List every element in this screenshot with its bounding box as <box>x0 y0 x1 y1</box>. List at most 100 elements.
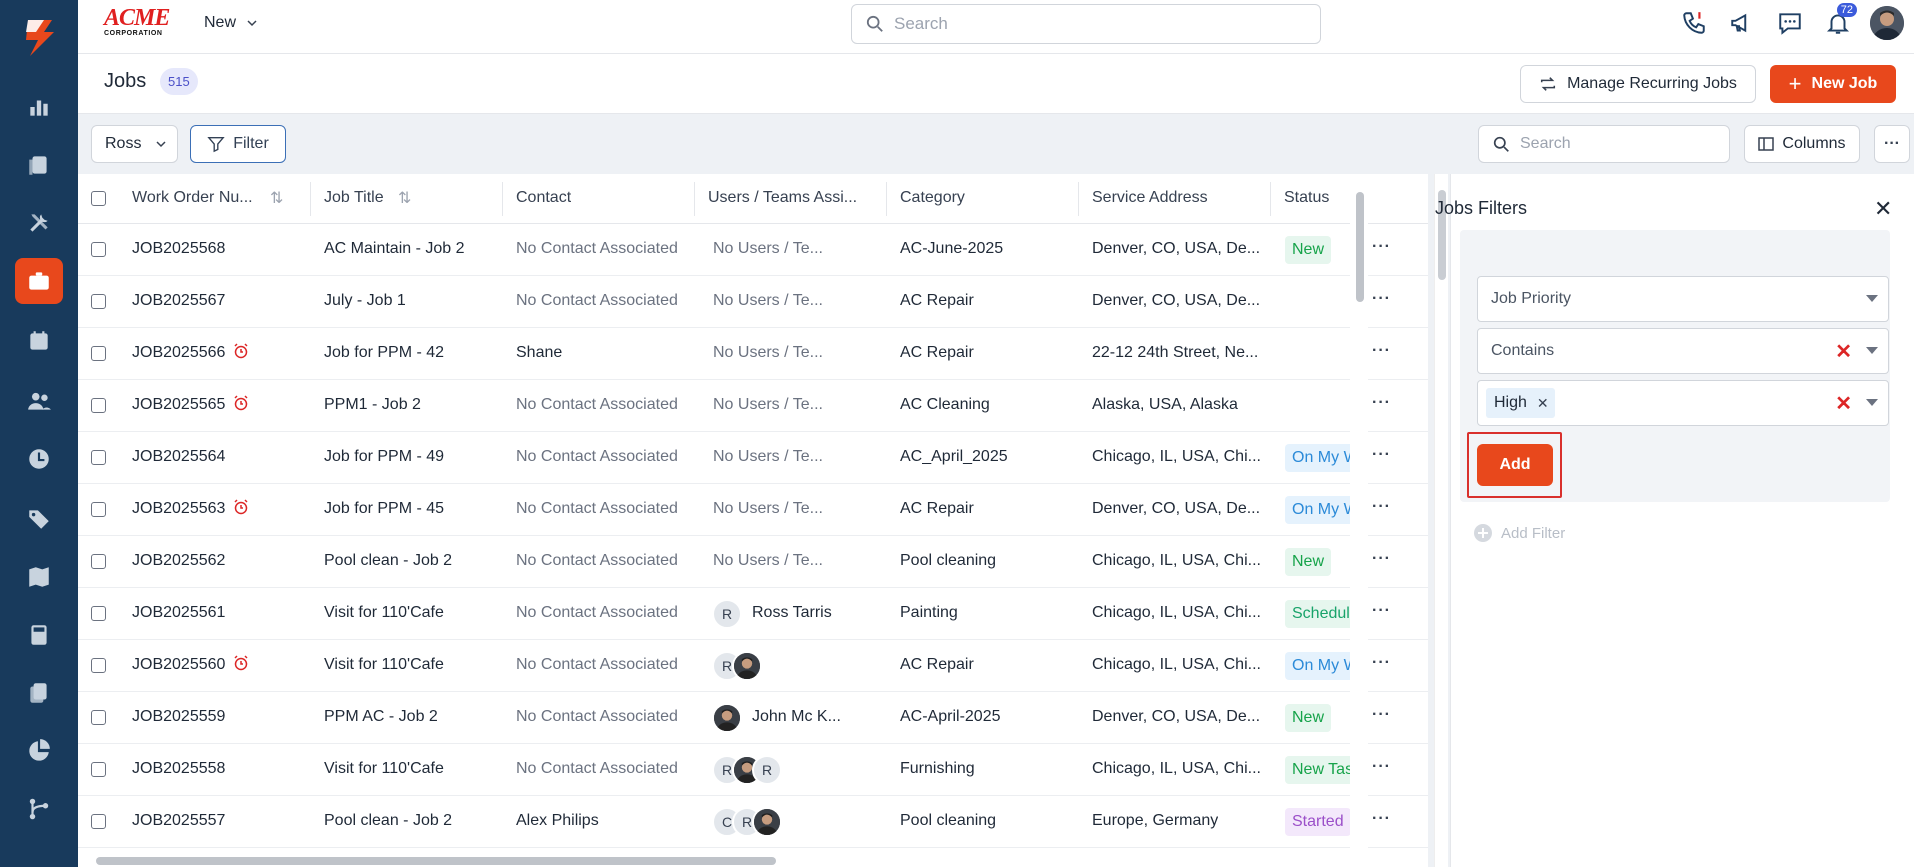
work-order-number[interactable]: JOB2025565 <box>132 395 249 415</box>
row-checkbox[interactable] <box>91 242 106 257</box>
table-row[interactable]: JOB2025566 Job for PPM - 42 Shane No Users … <box>78 328 1428 380</box>
filter-value-multiselect[interactable]: High ✕ ✕ <box>1477 380 1889 426</box>
row-checkbox[interactable] <box>91 346 106 361</box>
job-title[interactable]: PPM AC - Job 2 <box>324 707 438 727</box>
row-more-icon[interactable]: ··· <box>1372 810 1391 828</box>
add-button[interactable]: Add <box>1477 444 1553 486</box>
user-avatar[interactable] <box>712 703 742 733</box>
manage-recurring-jobs-button[interactable]: Manage Recurring Jobs <box>1520 65 1756 103</box>
column-header-contact[interactable]: Contact <box>516 189 571 207</box>
user-avatar[interactable] <box>1870 6 1904 40</box>
table-row[interactable]: JOB2025567 July - Job 1 No Contact Associa… <box>78 276 1428 328</box>
sort-icon[interactable]: ⇅ <box>270 188 283 208</box>
filter-field-select[interactable]: Job Priority <box>1477 276 1889 322</box>
sidebar-item-calendar[interactable] <box>15 318 63 364</box>
row-more-icon[interactable]: ··· <box>1372 706 1391 724</box>
sidebar-item-jobs[interactable] <box>15 258 63 304</box>
phone-button[interactable] <box>1670 0 1718 46</box>
sidebar-item-customers[interactable] <box>15 378 63 424</box>
table-row[interactable]: JOB2025559 PPM AC - Job 2 No Contact Assoc… <box>78 692 1428 744</box>
row-checkbox[interactable] <box>91 294 106 309</box>
sidebar-item-map[interactable] <box>15 554 63 600</box>
scroll-thumb[interactable] <box>1356 192 1364 302</box>
row-more-icon[interactable]: ··· <box>1372 446 1391 464</box>
user-avatar[interactable] <box>732 651 762 681</box>
table-row[interactable]: JOB2025562 Pool clean - Job 2 No Contact A… <box>78 536 1428 588</box>
filter-operator-select[interactable]: Contains ✕ <box>1477 328 1889 374</box>
job-title[interactable]: Job for PPM - 49 <box>324 447 444 467</box>
work-order-number[interactable]: JOB2025563 <box>132 499 249 519</box>
column-header-job-title[interactable]: Job Title <box>324 189 384 207</box>
work-order-number[interactable]: JOB2025561 <box>132 603 225 623</box>
column-header-address[interactable]: Service Address <box>1092 189 1208 207</box>
columns-button[interactable]: Columns <box>1744 125 1860 163</box>
job-title[interactable]: Job for PPM - 45 <box>324 499 444 519</box>
new-job-button[interactable]: + New Job <box>1770 65 1896 103</box>
row-checkbox[interactable] <box>91 606 106 621</box>
work-order-number[interactable]: JOB2025560 <box>132 655 249 675</box>
row-more-icon[interactable]: ··· <box>1372 498 1391 516</box>
row-more-icon[interactable]: ··· <box>1372 290 1391 308</box>
filter-button[interactable]: Filter <box>190 125 286 163</box>
row-more-icon[interactable]: ··· <box>1372 394 1391 412</box>
row-more-icon[interactable]: ··· <box>1372 758 1391 776</box>
contact-name[interactable]: Alex Philips <box>516 811 599 831</box>
job-title[interactable]: Visit for 110'Cafe <box>324 603 444 623</box>
sidebar-item-requests[interactable] <box>15 142 63 188</box>
job-title[interactable]: Visit for 110'Cafe <box>324 759 444 779</box>
row-checkbox[interactable] <box>91 710 106 725</box>
row-checkbox[interactable] <box>91 450 106 465</box>
work-order-number[interactable]: JOB2025557 <box>132 811 225 831</box>
job-title[interactable]: AC Maintain - Job 2 <box>324 239 465 259</box>
select-all-checkbox[interactable] <box>91 191 106 206</box>
table-horizontal-scrollbar[interactable] <box>78 852 1428 867</box>
close-icon[interactable]: ✕ <box>1874 196 1892 222</box>
app-logo-icon[interactable] <box>14 12 64 62</box>
clear-icon[interactable]: ✕ <box>1835 339 1852 364</box>
sidebar-item-dashboard[interactable] <box>15 84 63 130</box>
table-row[interactable]: JOB2025560 Visit for 110'Cafe No Contact A… <box>78 640 1428 692</box>
job-title[interactable]: Pool clean - Job 2 <box>324 551 452 571</box>
sidebar-item-workflow[interactable] <box>15 786 63 832</box>
scroll-thumb[interactable] <box>96 857 776 865</box>
job-title[interactable]: July - Job 1 <box>324 291 406 311</box>
contact-name[interactable]: Shane <box>516 343 562 363</box>
view-select[interactable]: Ross <box>91 125 178 163</box>
table-row[interactable]: JOB2025557 Pool clean - Job 2 Alex Philips… <box>78 796 1428 848</box>
row-more-icon[interactable]: ··· <box>1372 342 1391 360</box>
row-more-icon[interactable]: ··· <box>1372 550 1391 568</box>
table-row[interactable]: JOB2025561 Visit for 110'Cafe No Contact A… <box>78 588 1428 640</box>
work-order-number[interactable]: JOB2025567 <box>132 291 225 311</box>
sidebar-item-tools[interactable] <box>15 200 63 246</box>
column-header-status[interactable]: Status <box>1284 189 1329 207</box>
work-order-number[interactable]: JOB2025564 <box>132 447 225 467</box>
announcements-button[interactable] <box>1718 0 1766 46</box>
job-title[interactable]: PPM1 - Job 2 <box>324 395 421 415</box>
work-order-number[interactable]: JOB2025568 <box>132 239 225 259</box>
table-row[interactable]: JOB2025558 Visit for 110'Cafe No Contact A… <box>78 744 1428 796</box>
row-checkbox[interactable] <box>91 658 106 673</box>
row-checkbox[interactable] <box>91 554 106 569</box>
table-row[interactable]: JOB2025563 Job for PPM - 45 No Contact Ass… <box>78 484 1428 536</box>
user-initial-avatar[interactable]: R <box>712 599 742 629</box>
row-checkbox[interactable] <box>91 814 106 829</box>
table-vertical-scrollbar[interactable] <box>1350 174 1368 859</box>
job-title[interactable]: Pool clean - Job 2 <box>324 811 452 831</box>
table-row[interactable]: JOB2025564 Job for PPM - 49 No Contact Ass… <box>78 432 1428 484</box>
user-initial-avatar[interactable]: R <box>752 755 782 785</box>
work-order-number[interactable]: JOB2025559 <box>132 707 225 727</box>
add-filter-link[interactable]: Add Filter <box>1473 523 1565 543</box>
sidebar-item-pricebook[interactable] <box>15 496 63 542</box>
new-menu[interactable]: New <box>204 14 258 32</box>
remove-chip-icon[interactable]: ✕ <box>1537 395 1549 412</box>
global-search-input[interactable]: Search <box>851 4 1321 44</box>
work-order-number[interactable]: JOB2025558 <box>132 759 225 779</box>
row-more-icon[interactable]: ··· <box>1372 654 1391 672</box>
jobs-search-input[interactable]: Search <box>1478 125 1730 163</box>
row-checkbox[interactable] <box>91 502 106 517</box>
column-header-users[interactable]: Users / Teams Assi... <box>708 189 857 207</box>
sort-icon[interactable]: ⇅ <box>398 188 411 208</box>
sidebar-item-timesheet[interactable] <box>15 436 63 482</box>
sidebar-item-estimates[interactable] <box>15 612 63 658</box>
brand-logo[interactable]: ACME CORPORATION <box>104 6 180 40</box>
